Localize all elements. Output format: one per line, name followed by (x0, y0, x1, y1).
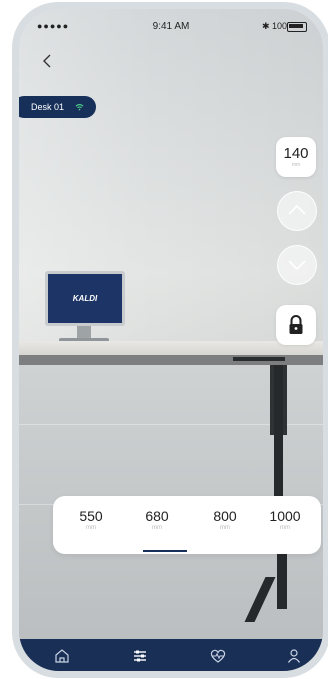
selected-preset-indicator (143, 550, 187, 552)
preset-unit: mm (152, 525, 162, 531)
preset-unit: mm (280, 525, 290, 531)
desk-leg (274, 365, 283, 515)
chevron-down-icon (288, 260, 306, 271)
sliders-icon (134, 650, 146, 662)
battery-label: ✱ 100 (261, 21, 287, 31)
lock-button[interactable] (276, 305, 316, 345)
lock-icon (289, 315, 303, 334)
preset-unit: mm (220, 525, 230, 531)
desk-control-panel (233, 357, 285, 361)
chevron-left-icon (43, 54, 51, 68)
monitor: KALDI (45, 271, 125, 326)
preset-800[interactable]: 800 mm (197, 508, 253, 531)
home-icon (55, 649, 69, 663)
preset-value: 680 (145, 508, 169, 524)
monitor-screen: KALDI (48, 274, 122, 323)
height-display: 140 mm (276, 137, 316, 177)
height-unit: mm (291, 162, 301, 168)
desk-leg-lower (277, 549, 287, 609)
preset-value: 1000 (269, 508, 301, 524)
preset-value: 800 (213, 508, 237, 524)
status-bar: ●●●●● 9:41 AM ✱ 100 (19, 9, 323, 37)
wifi-icon (75, 102, 84, 112)
chevron-up-icon (288, 204, 306, 215)
height-presets: 550 mm 680 mm 800 mm 1000 mm (53, 496, 321, 554)
user-icon (288, 649, 300, 663)
heart-pulse-icon (210, 649, 226, 663)
preset-value: 550 (79, 508, 103, 524)
screen: ●●●●● 9:41 AM ✱ 100 Desk 01 KALDI 140 mm… (19, 9, 323, 671)
device-selector[interactable]: Desk 01 (19, 96, 96, 118)
tab-controls[interactable] (131, 647, 149, 665)
tab-bar (19, 639, 323, 671)
phone-frame: ●●●●● 9:41 AM ✱ 100 Desk 01 KALDI 140 mm… (12, 2, 328, 678)
tab-home[interactable] (53, 647, 71, 665)
back-button[interactable] (41, 53, 65, 77)
preset-1000[interactable]: 1000 mm (257, 508, 313, 531)
tab-health[interactable] (209, 647, 227, 665)
battery-icon (287, 22, 307, 32)
preset-680[interactable]: 680 mm (129, 508, 185, 531)
monitor-logo: KALDI (72, 294, 98, 303)
preset-550[interactable]: 550 mm (63, 508, 119, 531)
preset-unit: mm (86, 525, 96, 531)
tab-profile[interactable] (285, 647, 303, 665)
lower-button[interactable] (277, 245, 317, 285)
raise-button[interactable] (277, 191, 317, 231)
height-value: 140 (283, 145, 309, 162)
device-name: Desk 01 (31, 102, 65, 112)
